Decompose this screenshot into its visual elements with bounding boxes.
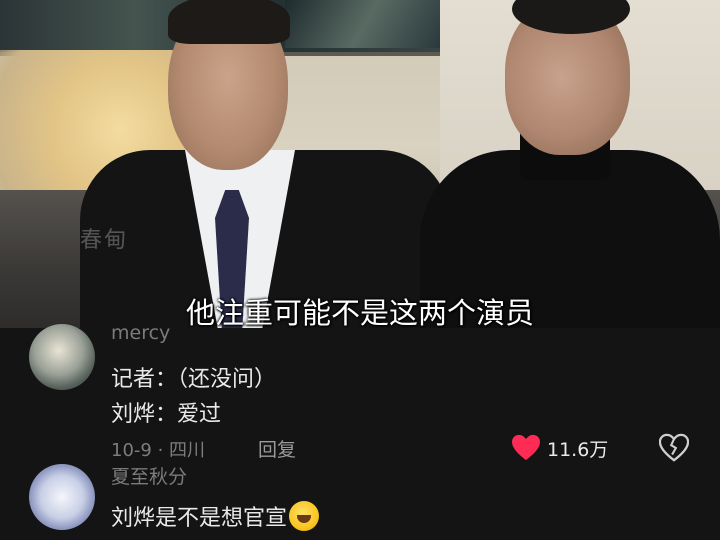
reply-button[interactable]: 回复 [258, 435, 296, 462]
video-watermark: 春甸 [80, 228, 129, 253]
comment-text-line: 刘烨是不是想官宣 [111, 500, 320, 532]
comment-text: 刘烨是不是想官宣 [111, 506, 288, 531]
background-painting-detail [285, 0, 445, 48]
video-subtitle: 他注重可能不是这两个演员 [185, 296, 534, 328]
broken-heart-icon[interactable] [659, 433, 689, 463]
comment-username[interactable]: mercy [111, 322, 170, 344]
video-player[interactable]: 春甸 他注重可能不是这两个演员 [0, 0, 720, 328]
rolling-laughing-emoji-icon [289, 501, 320, 531]
avatar[interactable] [29, 324, 95, 390]
comment-username[interactable]: 夏至秋分 [111, 462, 187, 489]
comment-section: mercy 记者：（还没问） 刘烨：爱过 10-9 · 四川 回复 11.6万 … [0, 322, 720, 540]
avatar[interactable] [29, 464, 95, 530]
comment-text-line: 记者：（还没问） [111, 367, 277, 392]
person-left-hair [168, 0, 290, 44]
comment-date-location: 10-9 · 四川 [111, 440, 206, 461]
comment-text-line: 刘烨：爱过 [111, 402, 222, 427]
like-count: 11.6万 [547, 439, 609, 461]
heart-icon[interactable] [511, 434, 541, 462]
